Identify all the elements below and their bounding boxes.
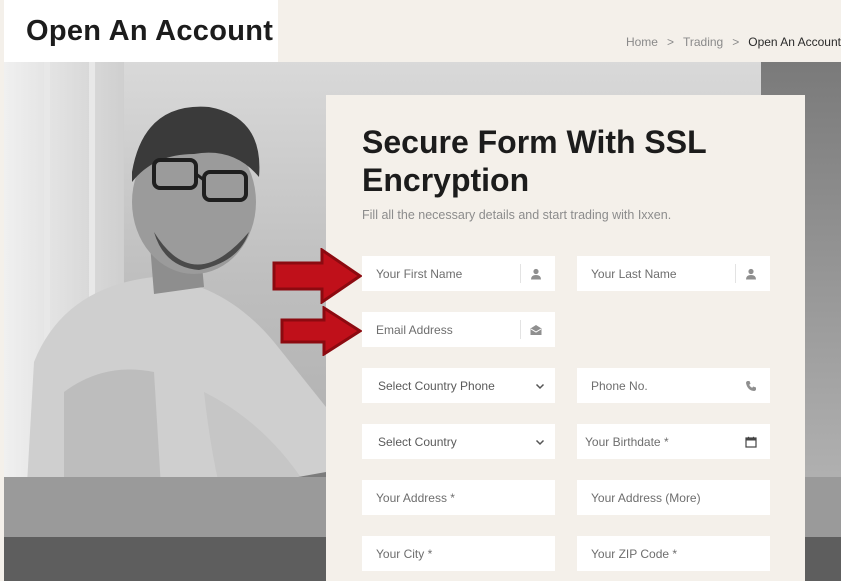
city-field [362, 536, 555, 571]
birthdate-field [577, 424, 770, 459]
phone-icon [745, 380, 757, 392]
last-name-field [577, 256, 770, 291]
country-phone-select[interactable]: Select Country Phone [362, 368, 555, 403]
email-field [362, 312, 555, 347]
birthdate-input[interactable] [577, 424, 745, 459]
chevron-down-icon [535, 439, 545, 445]
first-name-input[interactable] [362, 256, 520, 291]
first-name-field [362, 256, 555, 291]
breadcrumb-separator: > [732, 35, 740, 49]
chevron-down-icon [535, 383, 545, 389]
country-select-label: Select Country [378, 434, 457, 449]
envelope-icon [530, 324, 542, 336]
address-more-input[interactable] [577, 480, 770, 515]
signup-form-card: Secure Form With SSL Encryption Fill all… [326, 95, 805, 581]
phone-field [577, 368, 770, 403]
email-input[interactable] [362, 312, 520, 347]
country-select[interactable]: Select Country [362, 424, 555, 459]
address-more-field [577, 480, 770, 515]
user-icon [745, 268, 757, 280]
field-divider [735, 264, 736, 283]
field-divider [520, 264, 521, 283]
address-input[interactable] [362, 480, 555, 515]
field-divider [520, 320, 521, 339]
page-title-box: Open An Account [4, 0, 278, 62]
breadcrumb: Home > Trading > Open An Account [626, 35, 841, 49]
phone-input[interactable] [577, 368, 745, 403]
breadcrumb-trading[interactable]: Trading [683, 35, 723, 49]
page-title: Open An Account [26, 14, 274, 47]
address-field [362, 480, 555, 515]
last-name-input[interactable] [577, 256, 735, 291]
user-icon [530, 268, 542, 280]
red-arrow-icon [272, 248, 362, 304]
breadcrumb-current: Open An Account [748, 35, 841, 49]
country-phone-select-label: Select Country Phone [378, 378, 495, 393]
form-subtitle: Fill all the necessary details and start… [362, 208, 672, 222]
city-input[interactable] [362, 536, 555, 571]
zip-field [577, 536, 770, 571]
breadcrumb-home[interactable]: Home [626, 35, 658, 49]
red-arrow-icon [280, 306, 362, 356]
breadcrumb-separator: > [666, 35, 674, 49]
zip-input[interactable] [577, 536, 770, 571]
calendar-icon[interactable] [745, 436, 757, 448]
form-title: Secure Form With SSL Encryption [362, 124, 707, 198]
